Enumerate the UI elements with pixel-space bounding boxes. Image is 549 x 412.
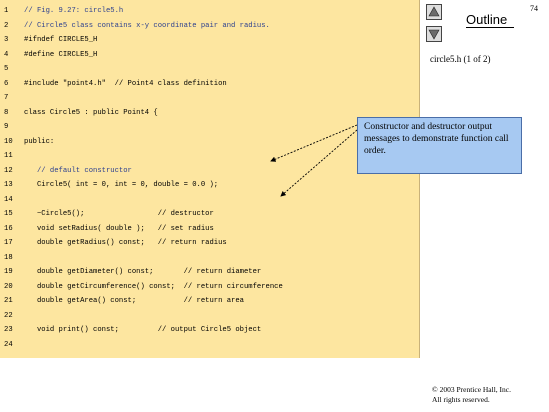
callout-box: Constructor and destructor output messag… [357, 117, 522, 174]
arrow-to-constructor [270, 124, 358, 162]
callout-arrows [270, 124, 358, 197]
copyright: © 2003 Prentice Hall, Inc. All rights re… [432, 385, 511, 405]
arrow-to-destructor [280, 129, 358, 197]
copyright-line-1: © 2003 Prentice Hall, Inc. [432, 385, 512, 394]
copyright-line-2: All rights reserved. [432, 395, 490, 404]
